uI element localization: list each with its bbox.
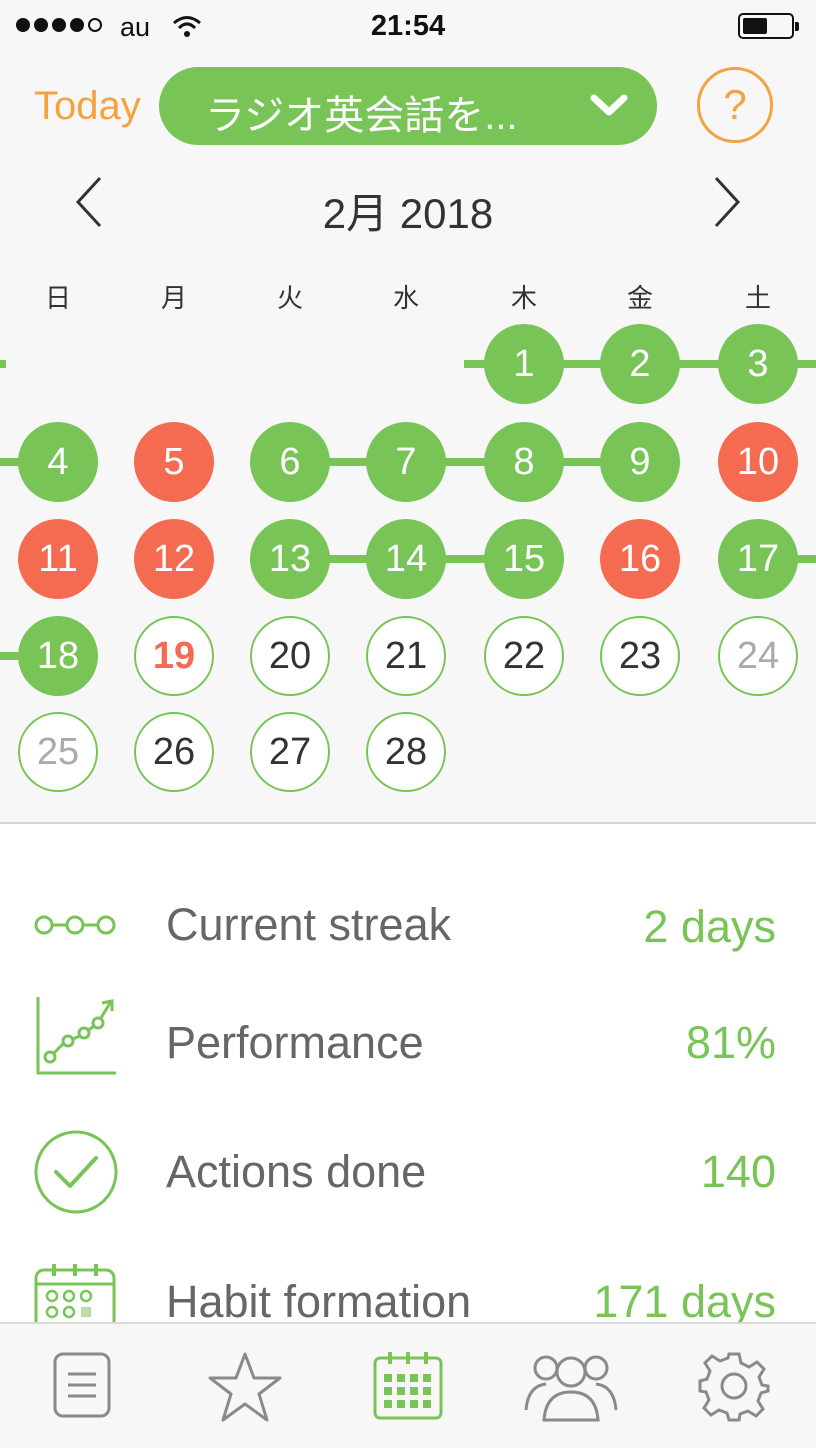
weekday-label: 金 bbox=[626, 283, 653, 313]
calendar-day-20[interactable]: 20 bbox=[250, 616, 330, 696]
weekday-label: 月 bbox=[160, 283, 187, 313]
calendar-day-26[interactable]: 26 bbox=[134, 712, 214, 792]
calendar-day-18[interactable]: 18 bbox=[18, 616, 98, 696]
calendar-day-19[interactable]: 19 bbox=[134, 616, 214, 696]
weekday-label: 木 bbox=[510, 283, 537, 313]
stat-label: Actions done bbox=[166, 1146, 427, 1197]
next-month-button[interactable] bbox=[710, 174, 746, 230]
calendar-day-16[interactable]: 16 bbox=[600, 519, 680, 599]
calendar-day-6[interactable]: 6 bbox=[250, 422, 330, 502]
streak-icon bbox=[34, 915, 116, 935]
weekday-label: 火 bbox=[276, 283, 303, 313]
calendar-day-9[interactable]: 9 bbox=[600, 422, 680, 502]
divider bbox=[0, 822, 816, 824]
habit-title: ラジオ英会話を... bbox=[205, 94, 518, 138]
calendar-day-22[interactable]: 22 bbox=[484, 616, 564, 696]
calendar-day-5[interactable]: 5 bbox=[134, 422, 214, 502]
list-icon[interactable] bbox=[52, 1350, 112, 1420]
calendar-day-4[interactable]: 4 bbox=[18, 422, 98, 502]
calendar-grid-icon bbox=[34, 1264, 116, 1322]
calendar-day-11[interactable]: 11 bbox=[18, 519, 98, 599]
streak-connector bbox=[0, 360, 6, 368]
stat-value: 171 days bbox=[593, 1276, 776, 1327]
stat-value: 140 bbox=[700, 1146, 776, 1197]
calendar-day-13[interactable]: 13 bbox=[250, 519, 330, 599]
settings-gear-icon[interactable] bbox=[698, 1350, 770, 1422]
community-icon[interactable] bbox=[524, 1350, 618, 1424]
today-button[interactable]: Today bbox=[34, 84, 141, 129]
weekday-label: 水 bbox=[392, 283, 419, 313]
help-button[interactable]: ? bbox=[697, 67, 773, 143]
calendar-day-28[interactable]: 28 bbox=[366, 712, 446, 792]
tab-bar bbox=[0, 1322, 816, 1448]
month-title: 2月 2018 bbox=[322, 190, 494, 237]
checkmark-circle-icon bbox=[34, 1130, 118, 1214]
chevron-down-icon bbox=[590, 94, 628, 116]
calendar-day-10[interactable]: 10 bbox=[718, 422, 798, 502]
calendar-day-24[interactable]: 24 bbox=[718, 616, 798, 696]
calendar-day-3[interactable]: 3 bbox=[718, 324, 798, 404]
calendar-panel: au 21:54 Today ラジオ英会話を... ? 2月 2018 日 月 火 水… bbox=[0, 0, 816, 822]
calendar-day-15[interactable]: 15 bbox=[484, 519, 564, 599]
status-bar: au 21:54 bbox=[0, 0, 816, 54]
calendar-day-23[interactable]: 23 bbox=[600, 616, 680, 696]
clock: 21:54 bbox=[370, 10, 446, 42]
calendar-day-7[interactable]: 7 bbox=[366, 422, 446, 502]
calendar-day-25[interactable]: 25 bbox=[18, 712, 98, 792]
calendar-day-1[interactable]: 1 bbox=[484, 324, 564, 404]
stat-label: Habit formation bbox=[166, 1276, 472, 1327]
calendar-day-14[interactable]: 14 bbox=[366, 519, 446, 599]
performance-chart-icon bbox=[36, 997, 116, 1075]
weekday-label: 日 bbox=[44, 283, 71, 313]
calendar-day-17[interactable]: 17 bbox=[718, 519, 798, 599]
stat-label: Current streak bbox=[166, 899, 452, 950]
calendar-day-27[interactable]: 27 bbox=[250, 712, 330, 792]
calendar-day-21[interactable]: 21 bbox=[366, 616, 446, 696]
battery-icon bbox=[738, 13, 799, 39]
calendar-day-12[interactable]: 12 bbox=[134, 519, 214, 599]
stat-label: Performance bbox=[166, 1017, 424, 1068]
star-icon[interactable] bbox=[208, 1350, 282, 1424]
weekday-label: 土 bbox=[744, 283, 771, 313]
calendar-day-8[interactable]: 8 bbox=[484, 422, 564, 502]
calendar-icon[interactable] bbox=[372, 1350, 444, 1422]
stat-value: 2 days bbox=[643, 901, 776, 952]
calendar-day-2[interactable]: 2 bbox=[600, 324, 680, 404]
habit-selector-dropdown[interactable]: ラジオ英会話を... bbox=[159, 67, 657, 145]
stat-value: 81% bbox=[685, 1017, 776, 1068]
